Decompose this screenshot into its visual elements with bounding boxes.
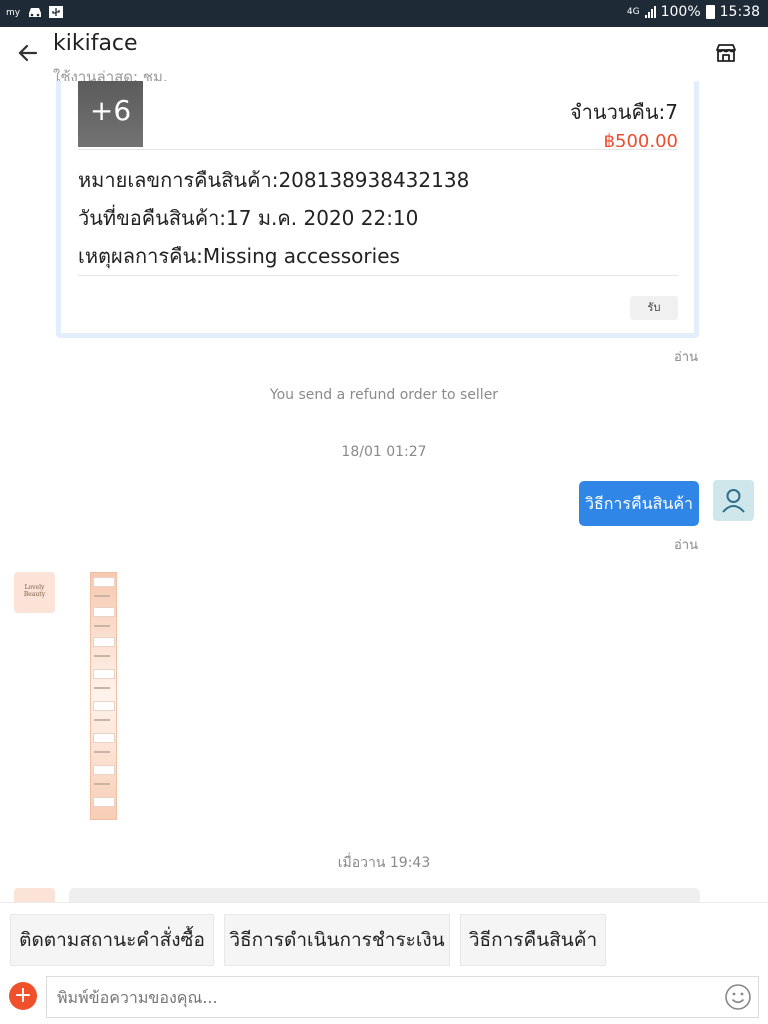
refund-quantity: จำนวนคืน:7: [569, 100, 678, 124]
read-receipt: อ่าน: [674, 350, 698, 365]
outgoing-message[interactable]: วิธีการคืนสินค้า: [579, 481, 699, 526]
shop-icon[interactable]: [714, 41, 738, 65]
quick-reply-return-method[interactable]: วิธีการคืนสินค้า: [460, 914, 606, 966]
car-icon: [27, 5, 43, 19]
chat-messages[interactable]: +6 จำนวนคืน:7 ฿500.00 หมายเลขการคืนสินค้…: [0, 81, 768, 902]
plus-icon[interactable]: +: [9, 982, 37, 1010]
message-input[interactable]: [46, 976, 759, 1018]
accept-button[interactable]: รับ: [630, 296, 678, 320]
clock: 15:38: [719, 4, 760, 20]
more-images-count: +6: [78, 81, 143, 147]
incoming-message[interactable]: [69, 888, 700, 902]
status-right: 4G 100% 15:38: [627, 4, 760, 20]
timestamp: เมื่อวาน 19:43: [337, 855, 431, 871]
refund-price: ฿500.00: [603, 131, 678, 147]
usb-icon: [48, 5, 64, 19]
network-type: 4G: [626, 6, 640, 17]
divider: [78, 149, 678, 150]
system-message: You send a refund order to seller: [269, 387, 499, 403]
quick-reply-track-order[interactable]: ติดตามสถานะคำสั่งซื้อ: [10, 914, 214, 966]
shop-avatar[interactable]: [14, 888, 55, 902]
user-avatar[interactable]: [713, 480, 754, 521]
refund-number: หมายเลขการคืนสินค้า:208138938432138: [78, 168, 470, 192]
chat-header: kikiface ใช้งานล่าสุด: ชม.: [0, 27, 768, 83]
divider: [78, 275, 678, 276]
back-arrow-icon[interactable]: [16, 41, 40, 65]
quick-reply-payment-method[interactable]: วิธีการดำเนินการชำระเงิน: [224, 914, 450, 966]
refund-order-card[interactable]: +6 จำนวนคืน:7 ฿500.00 หมายเลขการคืนสินค้…: [56, 81, 699, 338]
battery-icon: [705, 5, 715, 19]
refund-request-date: วันที่ขอคืนสินค้า:17 ม.ค. 2020 22:10: [78, 206, 419, 230]
status-bar: my 4G 100% 15:38: [0, 0, 768, 27]
signal-icon: [644, 6, 656, 18]
last-active-status: ใช้งานล่าสุด: ชม.: [53, 68, 168, 81]
app-icon: my: [6, 5, 22, 19]
emoji-icon[interactable]: [723, 982, 753, 1012]
read-receipt: อ่าน: [674, 538, 698, 553]
refund-reason: เหตุผลการคืน:Missing accessories: [78, 244, 400, 268]
svg-text:my: my: [6, 8, 21, 18]
quick-reply-bar: ติดตามสถานะคำสั่งซื้อ วิธีการดำเนินการชำ…: [0, 902, 768, 968]
message-input-bar: +: [0, 968, 768, 1024]
timestamp: 18/01 01:27: [341, 444, 427, 460]
image-message[interactable]: [90, 572, 117, 820]
status-left-icons: my: [6, 5, 64, 19]
chat-title: kikiface: [53, 31, 138, 56]
user-icon: [722, 489, 745, 513]
battery-level: 100%: [660, 4, 701, 20]
shop-avatar[interactable]: Lovely Beauty: [14, 572, 55, 613]
